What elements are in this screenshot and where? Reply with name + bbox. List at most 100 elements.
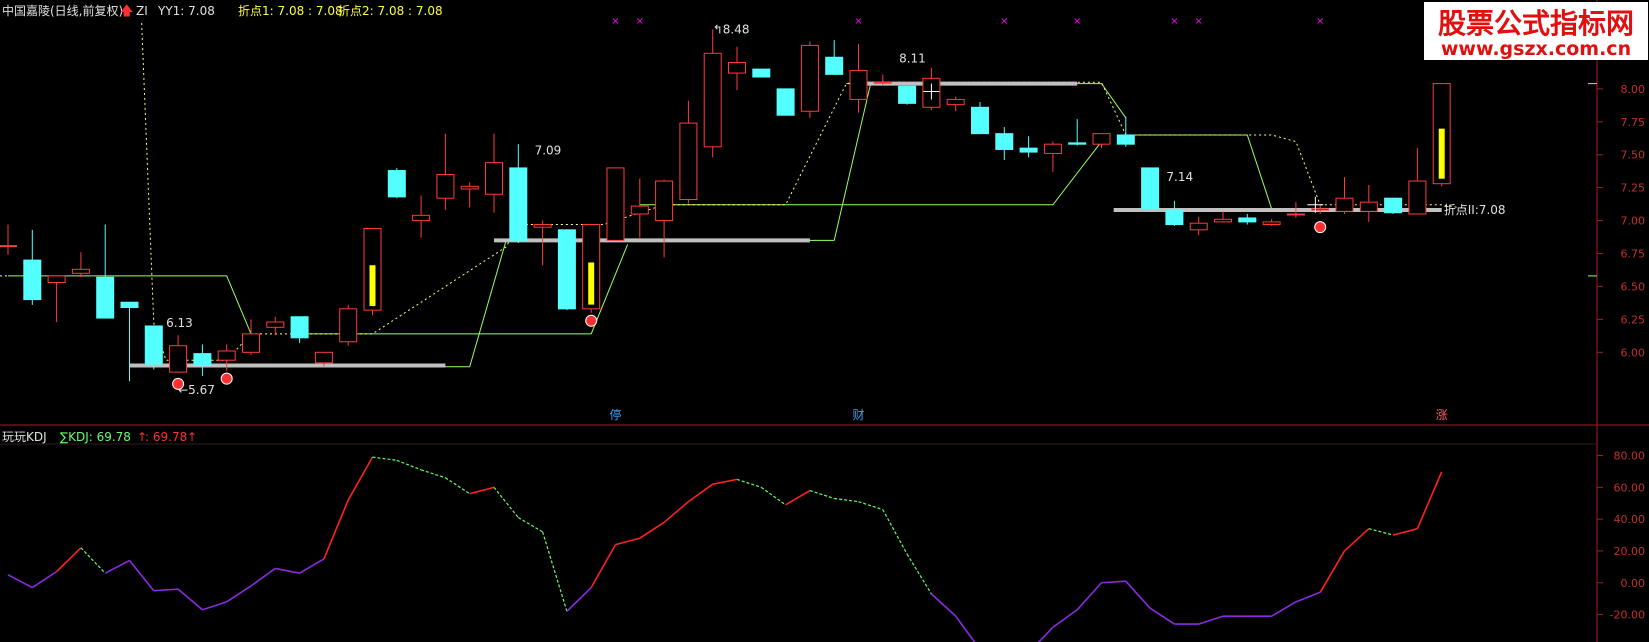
flag-text: ZI xyxy=(136,4,148,18)
top-marker-icon: × xyxy=(636,16,644,27)
candle-body xyxy=(1286,213,1305,216)
candle-body xyxy=(23,259,42,301)
kdj-tick-label: 80.00 xyxy=(1614,450,1646,463)
kdj-segment xyxy=(1368,528,1394,536)
candle-body xyxy=(557,229,576,310)
pivot-label: 折点II:7.08 xyxy=(1444,202,1506,217)
candle-body xyxy=(1238,217,1257,223)
kdj-axis: 80.00 60.00 40.00 20.00 0.00 -20.00 xyxy=(1597,450,1645,622)
candle-body xyxy=(1092,133,1111,145)
main-header: 中国嘉陵(日线,前复权) 🡅 ZI YY1: 7.08 折点1: 7.08 : … xyxy=(2,3,443,19)
kdj-segment xyxy=(955,615,976,642)
kdj-segment xyxy=(323,499,349,560)
candle-body xyxy=(1141,167,1160,210)
level-line xyxy=(639,83,872,241)
candle-body xyxy=(509,167,528,241)
candle-body xyxy=(1311,208,1330,211)
candle-body xyxy=(752,68,771,78)
price-tick-label: 6.25 xyxy=(1621,313,1646,326)
kdj-label: ∑KDJ: 69.78 xyxy=(60,430,131,444)
kdj-segment xyxy=(1052,609,1078,628)
candle-body xyxy=(290,316,309,339)
candle-body xyxy=(1359,201,1378,212)
candle-body xyxy=(1335,197,1354,212)
candle-body xyxy=(679,122,698,201)
top-marker-icon: × xyxy=(1170,16,1178,27)
event-label: 财 xyxy=(852,408,864,422)
candle-body xyxy=(1043,143,1062,154)
kdj-segment xyxy=(202,601,227,611)
kdj-segment xyxy=(1416,471,1443,530)
candle-body xyxy=(242,333,260,353)
buy-signal-icon xyxy=(172,377,185,390)
kdj-segment xyxy=(1271,601,1297,617)
kdj-segment xyxy=(542,531,568,612)
limit-up-bar xyxy=(588,262,595,305)
kdj-segment xyxy=(590,544,617,588)
candle-body xyxy=(314,351,333,364)
limit-up-bar xyxy=(369,265,376,307)
candle-body xyxy=(849,69,868,100)
kdj-line xyxy=(7,456,1443,642)
kdj-segment xyxy=(1198,615,1224,625)
candle-body xyxy=(1214,218,1232,223)
candle-body xyxy=(387,170,406,198)
kdj-tick-label: 0.00 xyxy=(1621,577,1646,590)
level-line xyxy=(299,240,507,368)
price-tick-label: 6.75 xyxy=(1621,248,1646,261)
candle-body xyxy=(898,85,917,104)
kdj-segment xyxy=(1343,528,1370,552)
candle-body xyxy=(96,276,115,319)
kdj-segment xyxy=(1037,626,1054,642)
kdj-segment xyxy=(858,501,883,511)
candle-body xyxy=(120,301,139,309)
high-label: 8.11 xyxy=(899,52,926,66)
pivot2-label: 折点2: 7.08 : 7.08 xyxy=(338,3,443,18)
candle-body xyxy=(1019,147,1038,153)
buy-signal-icon xyxy=(220,372,233,385)
candle-body xyxy=(873,81,892,84)
kdj-segment xyxy=(128,559,155,592)
kdj-segment xyxy=(250,567,276,587)
stock-chart: 中国嘉陵(日线,前复权) 🡅 ZI YY1: 7.08 折点1: 7.08 : … xyxy=(0,0,1649,642)
top-marker-icon: × xyxy=(1000,16,1008,27)
buy-signal-icon xyxy=(1314,221,1327,234)
kdj-segment xyxy=(566,586,592,612)
candle-body xyxy=(460,185,479,190)
kdj-segment xyxy=(153,588,179,592)
candle-body xyxy=(776,88,795,116)
candle-body xyxy=(412,214,431,222)
kdj-segment xyxy=(1076,582,1103,611)
kdj-segment xyxy=(1295,591,1321,603)
price-tick-label: 7.25 xyxy=(1621,182,1646,195)
kdj-tick-label: 60.00 xyxy=(1614,481,1646,494)
candle-body xyxy=(533,224,552,228)
watermark-url: www.gszx.com.cn xyxy=(1441,38,1631,60)
kdj-segment xyxy=(930,593,957,617)
kdj-segment xyxy=(56,547,82,573)
candle-body xyxy=(1068,142,1087,145)
buy-signal-icon xyxy=(585,314,598,327)
candle-body xyxy=(1189,222,1208,231)
candle-body xyxy=(825,56,844,75)
top-marker-icon: × xyxy=(611,16,619,27)
kdj-segment xyxy=(104,559,130,574)
pivot1-label: 折点1: 7.08 : 7.08 xyxy=(238,3,343,18)
kdj-segment xyxy=(469,486,495,495)
limit-up-bar xyxy=(1438,128,1445,179)
candle-body xyxy=(339,308,358,343)
kdj-segment xyxy=(615,537,641,546)
price-tick-label: 8.00 xyxy=(1621,83,1646,96)
kdj-segment xyxy=(639,521,665,539)
kdj-segment xyxy=(226,585,252,603)
high-label: ↰8.48 xyxy=(713,23,750,37)
kdj-segment xyxy=(1392,527,1418,536)
candle-body xyxy=(1116,134,1135,145)
kdj-segment xyxy=(906,553,932,595)
candle-body xyxy=(217,350,236,361)
price-tick-label: 7.50 xyxy=(1621,149,1646,162)
kdj-tick-label: 20.00 xyxy=(1614,545,1646,558)
candle-body xyxy=(971,106,989,135)
candle-body xyxy=(800,44,819,112)
kdj-tick-label: -20.00 xyxy=(1610,609,1645,622)
